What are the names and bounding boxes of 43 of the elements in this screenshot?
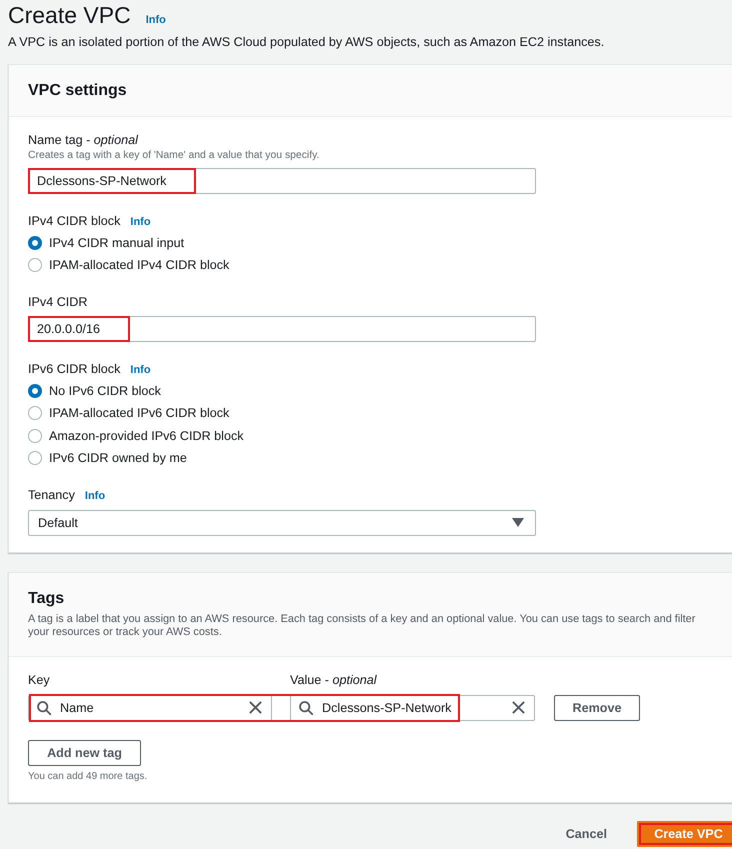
info-link[interactable]: Info xyxy=(84,490,106,502)
radio-button[interactable] xyxy=(28,384,42,398)
tag-key-field[interactable]: Name xyxy=(28,694,272,720)
info-link[interactable]: Info xyxy=(130,216,151,228)
field-label: Tenancy xyxy=(28,486,75,502)
add-tag-button[interactable]: Add new tag xyxy=(28,740,141,766)
field-label: IPv4 CIDR block xyxy=(28,212,120,228)
radio-button[interactable] xyxy=(28,428,42,443)
radio-label[interactable]: IPv6 CIDR owned by me xyxy=(49,451,187,466)
field-description: Creates a tag with a key of 'Name' and a value that you specify. xyxy=(28,148,320,162)
search-icon xyxy=(37,700,51,714)
field-label: Name tag - optional xyxy=(28,132,138,148)
info-link[interactable]: Info xyxy=(130,364,151,376)
cancel-button[interactable]: Cancel xyxy=(546,821,627,847)
select-field[interactable]: Default xyxy=(28,510,536,536)
clear-icon[interactable] xyxy=(249,701,262,714)
radio-label[interactable]: IPAM-allocated IPv4 CIDR block xyxy=(49,258,230,272)
field-label: IPv4 CIDR xyxy=(28,294,88,310)
field-label: IPv6 CIDR block xyxy=(28,360,120,376)
remove-button[interactable]: Remove xyxy=(554,694,640,720)
panel-title: VPC settings xyxy=(28,81,128,100)
text-field[interactable]: Dclessons-SP-Network xyxy=(28,168,536,194)
tag-value-field[interactable]: Dclessons-SP-Network xyxy=(290,694,535,720)
info-link[interactable]: Info xyxy=(146,14,166,26)
radio-button[interactable] xyxy=(28,258,42,272)
panel-description: A tag is a label that you assign to an AWS resource. Each tag consists of a key and an optional value. You can use tags to search and filter your resources or track your AWS costs. xyxy=(28,613,696,639)
clear-icon[interactable] xyxy=(512,701,525,714)
text-field[interactable]: 20.0.0.0/16 xyxy=(28,316,536,342)
tags-hint: You can add 49 more tags. xyxy=(28,771,148,783)
field-label: Key xyxy=(28,672,51,688)
radio-label[interactable]: Amazon-provided IPv6 CIDR block xyxy=(49,428,244,443)
radio-label[interactable]: No IPv6 CIDR block xyxy=(49,384,161,398)
caret-icon xyxy=(512,518,524,527)
radio-label[interactable]: IPv4 CIDR manual input xyxy=(49,236,184,250)
field-label: Value - optional xyxy=(290,672,378,688)
radio-label[interactable]: IPAM-allocated IPv6 CIDR block xyxy=(49,406,230,420)
search-icon xyxy=(299,700,313,714)
radio-button[interactable] xyxy=(28,451,42,466)
page-description: A VPC is an isolated portion of the AWS Cloud populated by AWS objects, such as Amazon EC2 instances. xyxy=(8,34,606,50)
panel-title: Tags xyxy=(28,589,66,608)
page-title: Create VPC xyxy=(8,1,131,30)
radio-button[interactable] xyxy=(28,236,42,250)
radio-button[interactable] xyxy=(28,406,42,420)
